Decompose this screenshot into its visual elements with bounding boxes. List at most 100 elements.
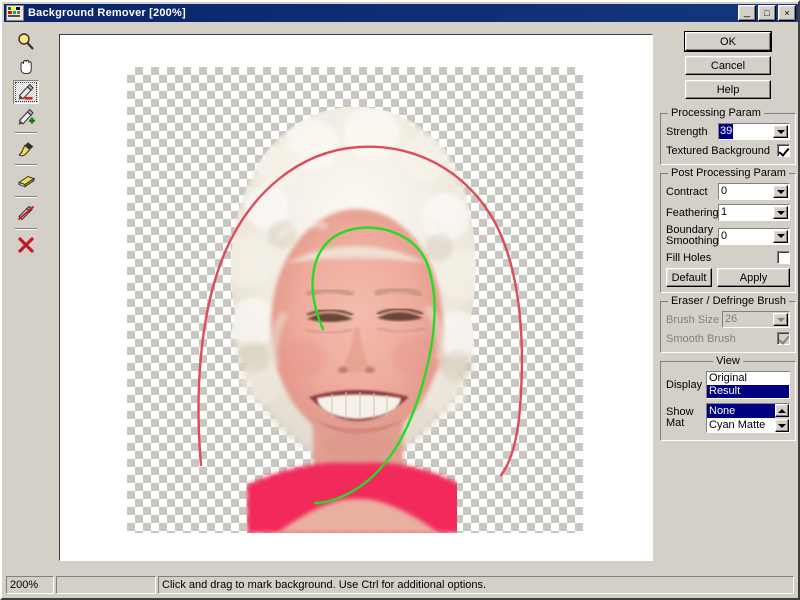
mark-foreground-tool[interactable] <box>13 105 39 129</box>
smooth-brush-row: Smooth Brush <box>666 332 790 345</box>
view-group: View Display Original Result Show Mat No… <box>660 355 796 441</box>
red-x-icon <box>18 237 34 253</box>
photo-with-marks <box>197 107 524 533</box>
contract-row: Contract 0 <box>666 183 790 200</box>
magnifier-icon <box>18 33 34 50</box>
eraser-icon <box>17 175 36 188</box>
close-button[interactable]: × <box>778 5 796 21</box>
eraser-tool[interactable] <box>13 169 39 193</box>
maximize-icon: □ <box>764 7 770 18</box>
show-mat-label: Show Mat <box>666 403 706 433</box>
display-row: Display Original Result <box>666 371 790 399</box>
close-icon: × <box>784 7 790 18</box>
image-canvas[interactable] <box>59 34 653 561</box>
fill-holes-checkbox[interactable] <box>777 251 790 264</box>
chevron-down-icon <box>778 423 786 428</box>
strength-field-fill <box>733 124 773 139</box>
toolbar-separator <box>15 228 37 230</box>
minimize-icon: _ <box>743 6 751 18</box>
paint-brush-icon <box>18 142 34 157</box>
pan-tool[interactable] <box>13 55 39 79</box>
display-listbox[interactable]: Original Result <box>706 371 790 399</box>
processing-param-group: Processing Param Strength 39 Textured Ba… <box>660 107 796 165</box>
display-label: Display <box>666 379 703 391</box>
eraser-defringe-brush-legend: Eraser / Defringe Brush <box>668 295 789 307</box>
show-mat-scrollbar[interactable] <box>775 404 789 432</box>
clear-marks-tool[interactable] <box>13 233 39 257</box>
contract-value: 0 <box>721 185 728 197</box>
feathering-combobox[interactable]: 1 <box>718 204 790 221</box>
strength-combobox[interactable]: 39 <box>718 123 790 140</box>
ok-button[interactable]: OK <box>684 31 772 52</box>
show-mat-listbox[interactable]: None Cyan Matte <box>706 403 790 433</box>
strength-dropdown-arrow[interactable] <box>773 125 788 138</box>
smooth-brush-label: Smooth Brush <box>666 332 736 345</box>
fill-holes-label: Fill Holes <box>666 251 712 264</box>
window-title: Background Remover [200%] <box>28 7 186 19</box>
fill-holes-row: Fill Holes <box>666 251 790 264</box>
brush-size-combobox: 26 <box>722 311 790 328</box>
brush-size-dropdown-arrow <box>773 313 788 326</box>
feathering-value: 1 <box>721 206 728 218</box>
strength-label: Strength <box>666 125 708 138</box>
status-bar: 200% Click and drag to mark background. … <box>6 576 794 594</box>
toolbar-separator <box>15 132 37 134</box>
feathering-row: Feathering 1 <box>666 204 790 221</box>
chevron-down-icon <box>776 129 785 134</box>
mark-background-tool[interactable] <box>13 80 39 104</box>
boundary-smoothing-dropdown-arrow[interactable] <box>773 229 788 243</box>
display-option-result[interactable]: Result <box>707 385 789 398</box>
help-button[interactable]: Help <box>685 80 771 99</box>
application-window: Background Remover [200%] _ □ × OK Cance… <box>0 0 800 600</box>
status-message: Click and drag to mark background. Use C… <box>158 576 794 594</box>
boundary-smoothing-combobox[interactable]: 0 <box>718 227 790 245</box>
boundary-smoothing-label: Boundary Smoothing <box>666 225 719 247</box>
status-progress <box>56 576 156 594</box>
brush-size-value: 26 <box>725 313 738 325</box>
contract-label: Contract <box>666 185 708 198</box>
transparency-checkerboard[interactable] <box>127 67 583 533</box>
scroll-down-button[interactable] <box>775 419 789 432</box>
strength-value: 39 <box>719 124 734 139</box>
chevron-down-icon <box>776 317 785 322</box>
minimize-button[interactable]: _ <box>738 5 756 21</box>
post-processing-param-group: Post Processing Param Contract 0 Feather… <box>660 167 796 293</box>
brush-tool[interactable] <box>13 137 39 161</box>
zoom-tool[interactable] <box>13 30 39 54</box>
boundary-smoothing-label-line2: Smoothing <box>666 235 719 247</box>
post-processing-param-legend: Post Processing Param <box>668 167 789 179</box>
defringe-tool[interactable] <box>13 201 39 225</box>
scroll-up-button[interactable] <box>775 404 789 417</box>
toolbar-separator <box>15 164 37 166</box>
apply-button[interactable]: Apply <box>717 268 790 287</box>
toolbar-separator <box>15 196 37 198</box>
contract-dropdown-arrow[interactable] <box>773 185 788 198</box>
defringe-crossed-icon <box>17 205 35 221</box>
maximize-button[interactable]: □ <box>758 5 776 21</box>
show-mat-option-cyan-matte[interactable]: Cyan Matte <box>707 418 775 432</box>
status-zoom: 200% <box>6 576 54 594</box>
chevron-down-icon <box>776 210 785 215</box>
contract-combobox[interactable]: 0 <box>718 183 790 200</box>
feathering-label: Feathering <box>666 206 719 219</box>
textured-background-row: Textured Background <box>666 144 790 157</box>
show-mat-row: Show Mat None Cyan Matte <box>666 403 790 433</box>
cancel-button[interactable]: Cancel <box>685 56 771 75</box>
settings-panel: OK Cancel Help Processing Param Strength… <box>660 31 796 441</box>
window-controls: _ □ × <box>738 5 796 21</box>
show-mat-option-none[interactable]: None <box>707 404 775 418</box>
pen-plus-green-icon <box>18 108 35 125</box>
boundary-smoothing-value: 0 <box>721 229 728 242</box>
view-legend: View <box>713 355 743 367</box>
default-button[interactable]: Default <box>666 268 712 287</box>
boundary-smoothing-row: Boundary Smoothing 0 <box>666 225 790 247</box>
processing-param-legend: Processing Param <box>668 107 764 119</box>
feathering-dropdown-arrow[interactable] <box>773 206 788 219</box>
brush-size-row: Brush Size 26 <box>666 311 790 328</box>
strength-row: Strength 39 <box>666 123 790 140</box>
display-option-original[interactable]: Original <box>707 372 789 385</box>
textured-background-checkbox[interactable] <box>777 144 790 157</box>
hand-icon <box>20 59 32 74</box>
chevron-down-icon <box>776 234 785 238</box>
app-image-icon <box>6 5 24 21</box>
